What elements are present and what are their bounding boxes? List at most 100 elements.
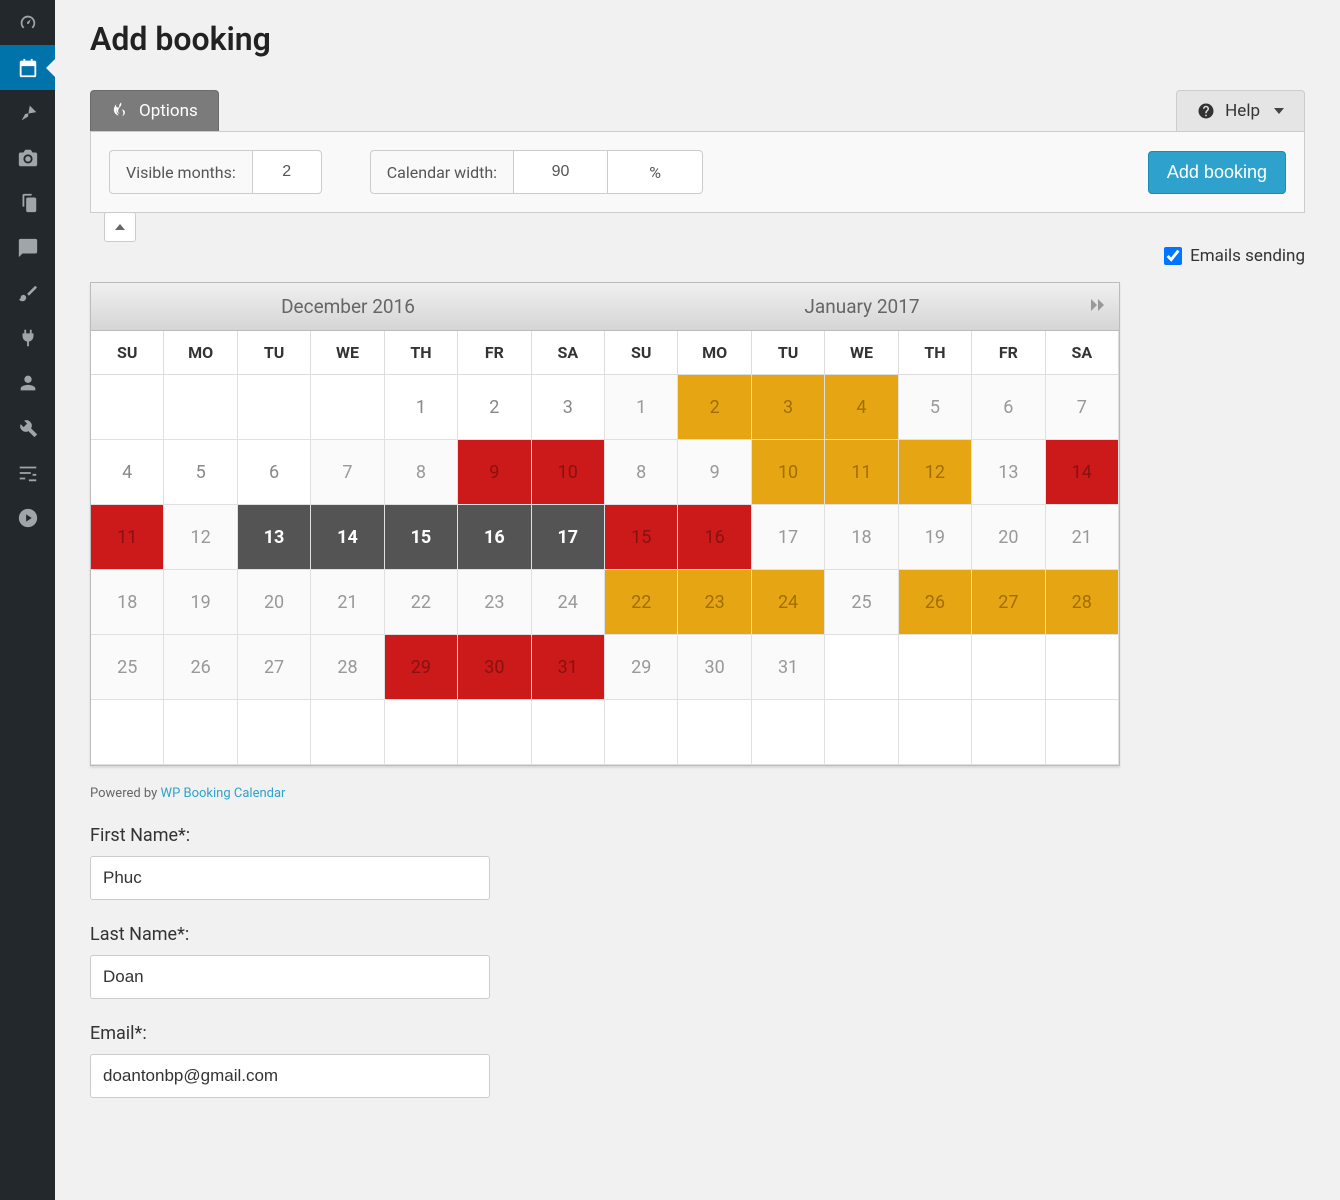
calendar-day[interactable]: 4 bbox=[825, 375, 898, 440]
calendar-day[interactable]: 27 bbox=[238, 635, 311, 700]
calendar-day[interactable]: 13 bbox=[972, 440, 1045, 505]
calendar-day[interactable]: 7 bbox=[311, 440, 384, 505]
calendar-day[interactable]: 25 bbox=[825, 570, 898, 635]
calendar-day bbox=[164, 700, 237, 765]
calendar-day[interactable]: 15 bbox=[605, 505, 678, 570]
calendar-day[interactable]: 19 bbox=[164, 570, 237, 635]
booking-calendar: December 2016 January 2017 SUMOTUWETHFRS… bbox=[90, 282, 1120, 766]
sidebar-booking[interactable] bbox=[0, 45, 55, 90]
calendar-day[interactable]: 7 bbox=[1046, 375, 1119, 440]
sidebar-pages[interactable] bbox=[0, 180, 55, 225]
sidebar-plugins[interactable] bbox=[0, 315, 55, 360]
sidebar-settings[interactable] bbox=[0, 450, 55, 495]
calendar-day[interactable]: 3 bbox=[532, 375, 605, 440]
calendar-day[interactable]: 11 bbox=[91, 505, 164, 570]
calendar-dow: TU bbox=[238, 331, 311, 375]
calendar-day[interactable]: 20 bbox=[972, 505, 1045, 570]
sidebar-slider[interactable] bbox=[0, 495, 55, 540]
calendar-day[interactable]: 21 bbox=[1046, 505, 1119, 570]
calendar-day[interactable]: 31 bbox=[752, 635, 825, 700]
calendar-day[interactable]: 5 bbox=[899, 375, 972, 440]
calendar-day[interactable]: 6 bbox=[238, 440, 311, 505]
sidebar-comments[interactable] bbox=[0, 225, 55, 270]
user-icon bbox=[17, 372, 39, 394]
tab-options[interactable]: Options bbox=[90, 90, 219, 131]
calendar-day[interactable]: 3 bbox=[752, 375, 825, 440]
sidebar-users[interactable] bbox=[0, 360, 55, 405]
calendar-day[interactable]: 18 bbox=[825, 505, 898, 570]
sidebar-media[interactable] bbox=[0, 135, 55, 180]
sidebar-posts[interactable] bbox=[0, 90, 55, 135]
calendar-day[interactable]: 17 bbox=[532, 505, 605, 570]
calendar-day[interactable]: 28 bbox=[311, 635, 384, 700]
calendar-day[interactable]: 27 bbox=[972, 570, 1045, 635]
sidebar-tools[interactable] bbox=[0, 405, 55, 450]
calendar-day[interactable]: 1 bbox=[605, 375, 678, 440]
calendar-day[interactable]: 2 bbox=[678, 375, 751, 440]
calendar-day[interactable]: 4 bbox=[91, 440, 164, 505]
calendar-day[interactable]: 20 bbox=[238, 570, 311, 635]
calendar-next-button[interactable] bbox=[1085, 293, 1109, 321]
calendar-day[interactable]: 8 bbox=[385, 440, 458, 505]
gauge-icon bbox=[17, 12, 39, 34]
calendar-day[interactable]: 21 bbox=[311, 570, 384, 635]
powered-by-link[interactable]: WP Booking Calendar bbox=[161, 786, 286, 801]
sidebar-appearance[interactable] bbox=[0, 270, 55, 315]
calendar-day[interactable]: 26 bbox=[899, 570, 972, 635]
calendar-day[interactable]: 29 bbox=[605, 635, 678, 700]
calendar-day[interactable]: 15 bbox=[385, 505, 458, 570]
visible-months-group: Visible months: bbox=[109, 150, 322, 194]
calendar-day[interactable]: 29 bbox=[385, 635, 458, 700]
calendar-day bbox=[825, 700, 898, 765]
calendar-day[interactable]: 19 bbox=[899, 505, 972, 570]
visible-months-input[interactable] bbox=[252, 150, 322, 194]
calendar-day[interactable]: 30 bbox=[678, 635, 751, 700]
calendar-day[interactable]: 16 bbox=[458, 505, 531, 570]
calendar-day[interactable]: 16 bbox=[678, 505, 751, 570]
calendar-day[interactable]: 12 bbox=[164, 505, 237, 570]
calendar-day[interactable]: 11 bbox=[825, 440, 898, 505]
calendar-day[interactable]: 10 bbox=[752, 440, 825, 505]
calendar-day[interactable]: 24 bbox=[532, 570, 605, 635]
sidebar-dashboard[interactable] bbox=[0, 0, 55, 45]
calendar-day[interactable]: 28 bbox=[1046, 570, 1119, 635]
first-name-input[interactable] bbox=[90, 856, 490, 900]
cal-width-unit[interactable]: % bbox=[608, 150, 703, 194]
add-booking-button[interactable]: Add booking bbox=[1148, 151, 1286, 194]
calendar-day[interactable]: 26 bbox=[164, 635, 237, 700]
cal-width-label: Calendar width: bbox=[370, 150, 513, 194]
calendar-day[interactable]: 8 bbox=[605, 440, 678, 505]
first-name-label: First Name*: bbox=[90, 825, 1305, 846]
tab-help[interactable]: Help bbox=[1176, 90, 1305, 131]
calendar-day[interactable]: 9 bbox=[678, 440, 751, 505]
cal-width-input[interactable] bbox=[513, 150, 608, 194]
email-input[interactable] bbox=[90, 1054, 490, 1098]
calendar-day[interactable]: 12 bbox=[899, 440, 972, 505]
camera-icon bbox=[17, 147, 39, 169]
calendar-day[interactable]: 13 bbox=[238, 505, 311, 570]
calendar-day[interactable]: 31 bbox=[532, 635, 605, 700]
calendar-day[interactable]: 14 bbox=[311, 505, 384, 570]
calendar-day[interactable]: 17 bbox=[752, 505, 825, 570]
calendar-day[interactable]: 22 bbox=[605, 570, 678, 635]
collapse-options-button[interactable] bbox=[104, 212, 136, 242]
fire-icon bbox=[111, 102, 129, 120]
calendar-day bbox=[678, 700, 751, 765]
calendar-day[interactable]: 22 bbox=[385, 570, 458, 635]
calendar-day[interactable]: 23 bbox=[458, 570, 531, 635]
calendar-day[interactable]: 6 bbox=[972, 375, 1045, 440]
last-name-input[interactable] bbox=[90, 955, 490, 999]
calendar-day[interactable]: 23 bbox=[678, 570, 751, 635]
emails-sending-checkbox[interactable] bbox=[1164, 247, 1182, 265]
calendar-day[interactable]: 1 bbox=[385, 375, 458, 440]
calendar-day[interactable]: 18 bbox=[91, 570, 164, 635]
calendar-day bbox=[605, 700, 678, 765]
calendar-day[interactable]: 5 bbox=[164, 440, 237, 505]
calendar-day[interactable]: 10 bbox=[532, 440, 605, 505]
calendar-day[interactable]: 24 bbox=[752, 570, 825, 635]
calendar-day[interactable]: 14 bbox=[1046, 440, 1119, 505]
calendar-day[interactable]: 30 bbox=[458, 635, 531, 700]
calendar-day[interactable]: 9 bbox=[458, 440, 531, 505]
calendar-day[interactable]: 25 bbox=[91, 635, 164, 700]
calendar-day[interactable]: 2 bbox=[458, 375, 531, 440]
